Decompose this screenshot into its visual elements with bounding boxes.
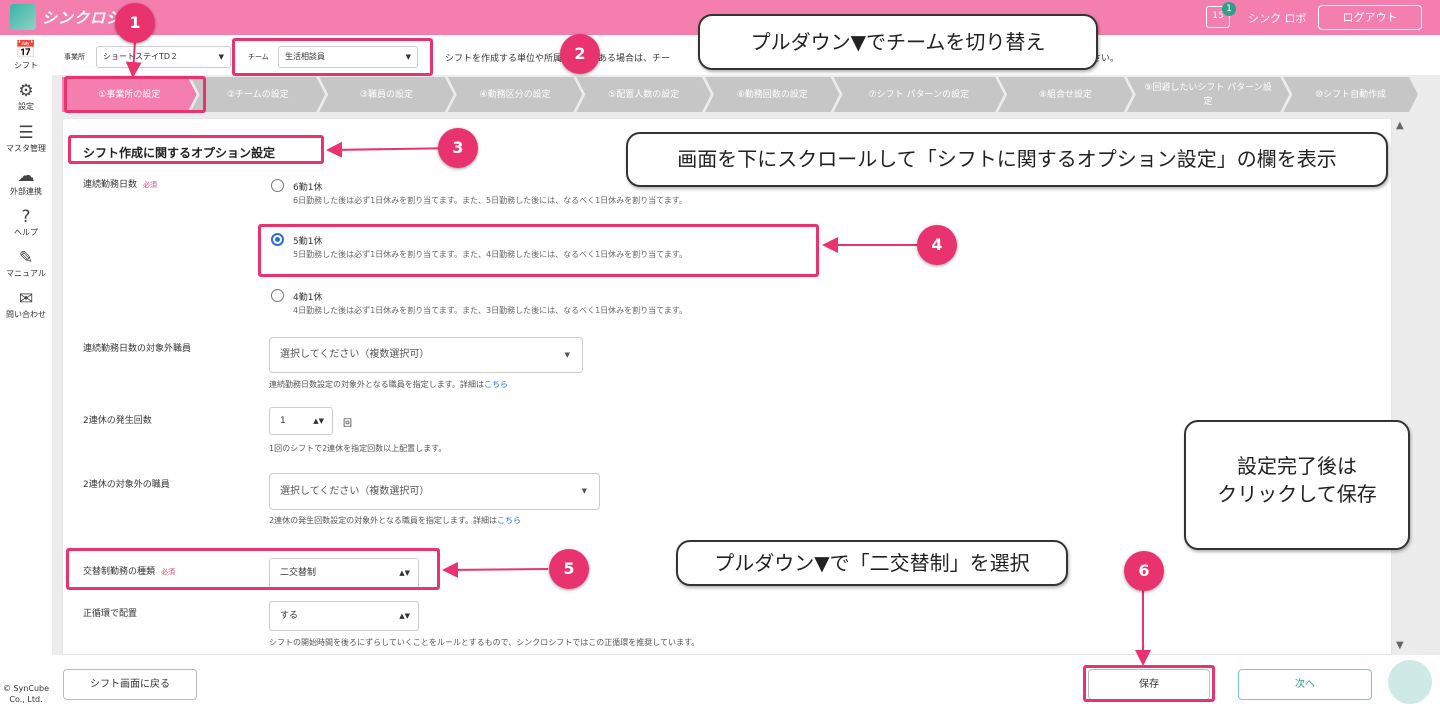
callout-save: 設定完了後は クリックして保存	[1184, 420, 1410, 550]
step-number-badge: 4	[917, 225, 957, 265]
next-button[interactable]: 次へ	[1238, 669, 1372, 700]
chevron-down-icon: ▼	[405, 53, 411, 61]
calendar-icon: 📅	[15, 40, 37, 60]
logout-button[interactable]: ログアウト	[1318, 5, 1422, 30]
step-number-badge: 5	[549, 549, 589, 589]
logo-mark-icon	[10, 4, 36, 30]
chevron-down-icon: ▼	[581, 487, 587, 495]
footer-bar	[52, 655, 1440, 710]
sidebar-item-help[interactable]: ? ヘルプ	[0, 207, 52, 238]
sidebar-item-label: マニュアル	[6, 269, 46, 278]
excluded-staff-select[interactable]: 選択してください（複数選択可） ▼	[269, 337, 583, 373]
shift-type-label: 交替制勤務の種類 必須	[83, 567, 176, 577]
office-label: 事業所	[64, 53, 85, 61]
two-day-off-stepper[interactable]: 1 ▲▼	[269, 407, 333, 435]
chevron-down-icon: ▼	[218, 53, 224, 61]
step-number-badge: 3	[438, 128, 478, 168]
sidebar-item-label: 設定	[18, 102, 34, 111]
sidebar-item-integration[interactable]: ☁ 外部連携	[0, 166, 52, 197]
step-number-badge: 2	[560, 34, 600, 74]
database-icon: ☰	[18, 123, 34, 143]
consecutive-days-label: 連続勤務日数 必須	[83, 180, 158, 190]
gear-icon: ⚙	[18, 81, 34, 101]
step-number-badge: 1	[115, 3, 155, 43]
two-day-excluded-help: 2連休の発生回数設定の対象外となる職員を指定します。詳細はこちら	[269, 516, 522, 525]
details-link[interactable]: こちら	[497, 516, 521, 525]
sidebar-item-shift[interactable]: 📅 シフト	[0, 40, 52, 71]
select-arrows-icon: ▲▼	[399, 569, 410, 577]
sidebar-item-manual[interactable]: ✎ マニュアル	[0, 248, 52, 279]
robot-assistant-icon[interactable]	[1388, 660, 1432, 704]
callout-scroll: 画面を下にスクロールして「シフトに関するオプション設定」の欄を表示	[626, 132, 1388, 187]
stepper-arrows-icon: ▲▼	[313, 417, 324, 425]
two-day-off-unit: 回	[343, 419, 353, 429]
step-number-badge: 6	[1124, 551, 1164, 591]
sidebar-item-contact[interactable]: ✉ 問い合わせ	[0, 289, 52, 320]
rotation-help: シフトの開始時間を後ろにずらしていくことをルールとするもので、シンクロシフトでは…	[269, 638, 700, 647]
copyright: © SynCube Co., Ltd.	[2, 684, 50, 704]
scroll-down-icon[interactable]: ▼	[1396, 640, 1404, 651]
rotation-select[interactable]: する ▲▼	[269, 601, 419, 631]
mail-icon: ✉	[18, 289, 34, 309]
user-name[interactable]: シンク ロボ	[1248, 10, 1307, 26]
required-badge: 必須	[143, 181, 158, 189]
step-work-type[interactable]: ④勤務区分の設定	[448, 77, 583, 112]
sidebar-item-label: 外部連携	[10, 187, 42, 196]
radio-button[interactable]	[271, 179, 284, 192]
section-title: シフト作成に関するオプション設定	[83, 146, 276, 160]
save-button[interactable]: 保存	[1088, 669, 1210, 700]
sidebar-item-label: マスタ管理	[6, 144, 46, 153]
radio-button-selected[interactable]	[271, 233, 284, 246]
sidebar-item-label: シフト	[14, 61, 38, 70]
setup-steps: ①事業所の設定 ②チームの設定 ③職員の設定 ④勤務区分の設定 ⑤配置人数の設定…	[62, 77, 1412, 112]
radio-button[interactable]	[271, 289, 284, 302]
team-select[interactable]: 生活相談員 ▼	[278, 46, 418, 68]
sidebar-item-master[interactable]: ☰ マスタ管理	[0, 123, 52, 154]
select-arrows-icon: ▲▼	[399, 612, 410, 620]
office-select[interactable]: ショートステイTD２ ▼	[96, 46, 231, 68]
excluded-staff-help: 連続勤務日数設定の対象外となる職員を指定します。詳細はこちら	[269, 380, 508, 389]
scroll-up-icon[interactable]: ▲	[1396, 120, 1404, 131]
info-text: シフトを作成する単位や所属に変更がある場合は、チー	[445, 54, 671, 64]
team-label: チーム	[248, 53, 269, 61]
step-team[interactable]: ②チームの設定	[191, 77, 326, 112]
step-combination[interactable]: ⑧組合せ設定	[998, 77, 1133, 112]
two-day-off-label: 2連休の発生回数	[83, 416, 152, 426]
step-staffing[interactable]: ⑤配置人数の設定	[576, 77, 711, 112]
two-day-excluded-label: 2連休の対象外の職員	[83, 480, 170, 490]
step-avoid-pattern[interactable]: ⑨回避したいシフト パターン設定	[1127, 77, 1290, 112]
shift-type-select[interactable]: 二交替制 ▲▼	[269, 558, 419, 588]
step-work-count[interactable]: ⑥勤務回数の設定	[705, 77, 840, 112]
step-office[interactable]: ①事業所の設定	[62, 77, 197, 112]
side-navigation: 📅 シフト ⚙ 設定 ☰ マスタ管理 ☁ 外部連携 ? ヘルプ ✎ マニュアル …	[0, 35, 52, 710]
step-auto-create[interactable]: ⑩シフト自動作成	[1283, 77, 1418, 112]
back-to-shift-button[interactable]: シフト画面に戻る	[63, 669, 197, 700]
edit-icon: ✎	[18, 248, 34, 268]
rotation-label: 正循環で配置	[83, 609, 138, 619]
details-link[interactable]: こちら	[484, 380, 508, 389]
excluded-staff-label: 連続勤務日数の対象外職員	[83, 344, 192, 354]
step-shift-pattern[interactable]: ⑦シフト パターンの設定	[834, 77, 1005, 112]
sidebar-item-label: 問い合わせ	[6, 310, 46, 319]
cloud-icon: ☁	[17, 166, 35, 186]
sidebar-item-label: ヘルプ	[14, 228, 38, 237]
callout-shift-type: プルダウン▼で「二交替制」を選択	[676, 540, 1068, 586]
chevron-down-icon: ▼	[564, 351, 570, 359]
required-badge: 必須	[161, 568, 176, 576]
help-icon: ?	[21, 207, 31, 227]
step-staff[interactable]: ③職員の設定	[319, 77, 454, 112]
notification-badge: 1	[1222, 2, 1236, 16]
two-day-excluded-select[interactable]: 選択してください（複数選択可） ▼	[269, 473, 600, 510]
sidebar-item-settings[interactable]: ⚙ 設定	[0, 81, 52, 112]
two-day-off-help: 1回のシフトで2連休を指定回数以上配置します。	[269, 444, 447, 453]
callout-team: プルダウン▼でチームを切り替え	[698, 14, 1098, 70]
